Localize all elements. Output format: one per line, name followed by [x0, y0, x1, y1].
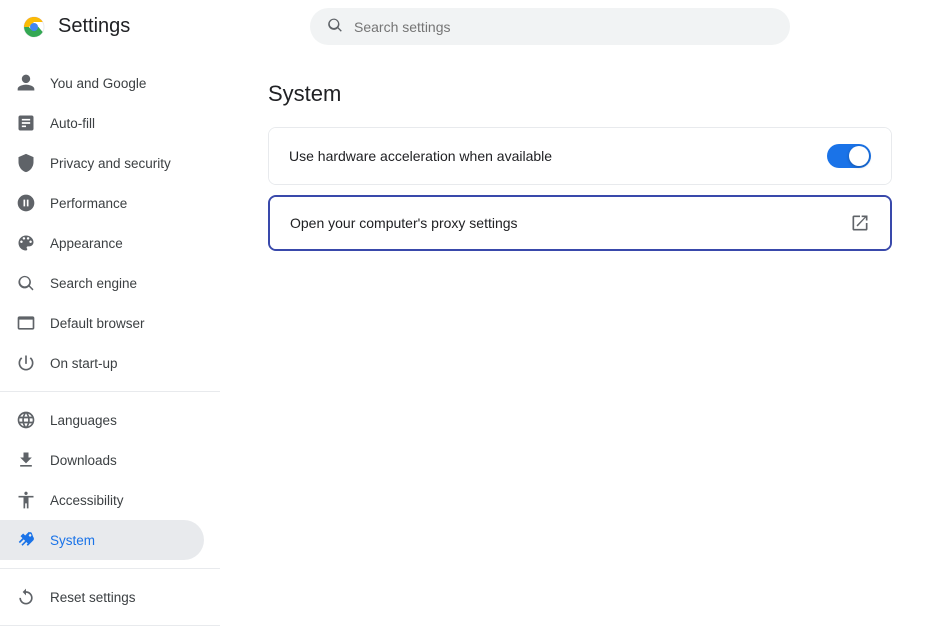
sidebar-item-accessibility[interactable]: Accessibility — [0, 480, 204, 520]
sidebar-item-downloads[interactable]: Downloads — [0, 440, 204, 480]
sidebar-item-label: Default browser — [50, 316, 145, 331]
sidebar-item-label: You and Google — [50, 76, 146, 91]
sidebar: You and Google Auto-fill Privacy and sec… — [0, 53, 220, 630]
hardware-acceleration-row: Use hardware acceleration when available — [269, 128, 891, 184]
sidebar-item-label: Languages — [50, 413, 117, 428]
palette-icon — [16, 233, 36, 253]
sidebar-item-you-and-google[interactable]: You and Google — [0, 63, 204, 103]
sidebar-item-label: Auto-fill — [50, 116, 95, 131]
sidebar-item-performance[interactable]: Performance — [0, 183, 204, 223]
proxy-settings-row[interactable]: Open your computer's proxy settings — [270, 197, 890, 249]
sidebar-item-languages[interactable]: Languages — [0, 400, 204, 440]
accessibility-icon — [16, 490, 36, 510]
app-title: Settings — [58, 15, 130, 38]
open-external-icon — [850, 213, 870, 233]
sidebar-item-on-startup[interactable]: On start-up — [0, 343, 204, 383]
reset-icon — [16, 587, 36, 607]
sidebar-item-privacy[interactable]: Privacy and security — [0, 143, 204, 183]
sidebar-item-label: Accessibility — [50, 493, 124, 508]
power-icon — [16, 353, 36, 373]
sidebar-item-label: Privacy and security — [50, 156, 171, 171]
sidebar-item-label: System — [50, 533, 95, 548]
person-icon — [16, 73, 36, 93]
search-box — [310, 8, 790, 45]
sidebar-item-reset-settings[interactable]: Reset settings — [0, 577, 204, 617]
search-icon — [326, 16, 344, 37]
gauge-icon — [16, 193, 36, 213]
globe-icon — [16, 410, 36, 430]
chrome-logo — [20, 13, 48, 41]
main-content: System Use hardware acceleration when av… — [220, 53, 940, 630]
hardware-acceleration-label: Use hardware acceleration when available — [289, 148, 552, 164]
hardware-acceleration-card: Use hardware acceleration when available — [268, 127, 892, 185]
wrench-icon — [16, 530, 36, 550]
sidebar-item-autofill[interactable]: Auto-fill — [0, 103, 204, 143]
download-icon — [16, 450, 36, 470]
proxy-settings-card[interactable]: Open your computer's proxy settings — [268, 195, 892, 251]
settings-cards: Use hardware acceleration when available… — [268, 127, 892, 251]
hardware-acceleration-toggle[interactable] — [827, 144, 871, 168]
search-engine-icon — [16, 273, 36, 293]
sidebar-item-label: Reset settings — [50, 590, 136, 605]
autofill-icon — [16, 113, 36, 133]
shield-icon — [16, 153, 36, 173]
browser-icon — [16, 313, 36, 333]
sidebar-item-appearance[interactable]: Appearance — [0, 223, 204, 263]
section-title: System — [268, 81, 892, 107]
sidebar-item-search-engine[interactable]: Search engine — [0, 263, 204, 303]
sidebar-item-label: Performance — [50, 196, 127, 211]
search-input[interactable] — [354, 19, 774, 35]
proxy-settings-label: Open your computer's proxy settings — [290, 215, 518, 231]
sidebar-item-label: Appearance — [50, 236, 123, 251]
sidebar-item-label: Downloads — [50, 453, 117, 468]
sidebar-item-default-browser[interactable]: Default browser — [0, 303, 204, 343]
sidebar-item-label: Search engine — [50, 276, 137, 291]
sidebar-item-label: On start-up — [50, 356, 118, 371]
sidebar-item-system[interactable]: System — [0, 520, 204, 560]
